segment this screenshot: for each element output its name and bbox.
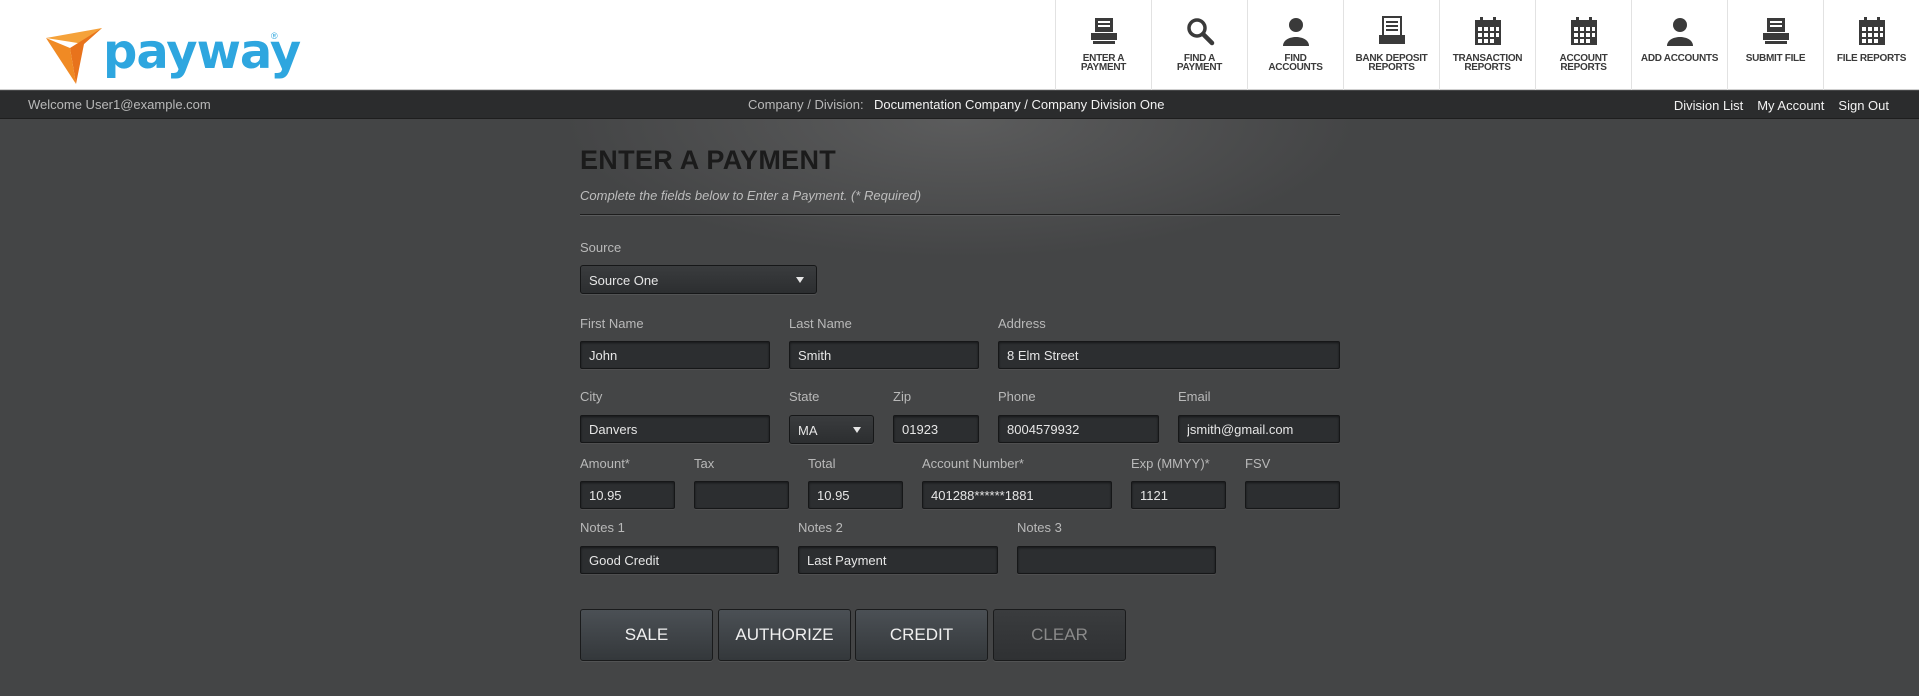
notes1-field[interactable] [580,546,779,574]
source-select[interactable]: Source One [580,265,817,294]
zip-field[interactable] [893,415,979,443]
person-icon [1662,14,1698,48]
calendar-icon [1566,14,1602,48]
top-header: payway ® ENTER A PAYMENT FIND A PAYMENT … [0,0,1919,90]
notes2-label: Notes 2 [798,520,843,535]
nav-label: SUBMIT FILE [1745,53,1806,64]
report-stack-icon [1374,14,1410,48]
nav-file-reports[interactable]: FILE REPORTS [1823,0,1919,90]
account-number-label: Account Number* [922,456,1024,471]
phone-label: Phone [998,389,1036,404]
chevron-down-icon [853,427,861,433]
city-label: City [580,389,603,404]
state-value: MA [798,423,818,438]
email-field[interactable] [1178,415,1340,443]
total-field[interactable] [808,481,903,509]
main-nav: ENTER A PAYMENT FIND A PAYMENT FIND ACCO… [1055,0,1919,90]
amount-label: Amount* [580,456,630,471]
company-division-value: Documentation Company / Company Division… [874,97,1165,112]
payment-form: ENTER A PAYMENT Complete the fields belo… [580,145,1340,215]
notes3-label: Notes 3 [1017,520,1062,535]
payway-logo[interactable]: payway ® [46,22,301,84]
nav-enter-payment[interactable]: ENTER A PAYMENT [1055,0,1151,90]
nav-find-accounts[interactable]: FIND ACCOUNTS [1247,0,1343,90]
exp-label: Exp (MMYY)* [1131,456,1210,471]
nav-transaction-reports[interactable]: TRANSACTION REPORTS [1439,0,1535,90]
person-icon [1278,14,1314,48]
page-subtitle: Complete the fields below to Enter a Pay… [580,188,922,203]
first-name-label: First Name [580,316,644,331]
first-name-field[interactable] [580,341,770,369]
fsv-label: FSV [1245,456,1271,471]
sign-out-link[interactable]: Sign Out [1838,98,1889,113]
nav-label: TRANSACTION REPORTS [1452,53,1523,73]
sale-button[interactable]: SALE [580,609,713,661]
last-name-label: Last Name [789,316,852,331]
clear-button[interactable]: CLEAR [993,609,1126,661]
registered-mark: ® [271,31,278,41]
account-number-field[interactable] [922,481,1112,509]
nav-add-accounts[interactable]: ADD ACCOUNTS [1631,0,1727,90]
printer-icon [1086,14,1122,48]
tax-label: Tax [694,456,715,471]
division-list-link[interactable]: Division List [1674,98,1743,113]
total-label: Total [808,456,836,471]
nav-label: FIND ACCOUNTS [1268,53,1323,73]
phone-field[interactable] [998,415,1159,443]
nav-label: BANK DEPOSIT REPORTS [1355,53,1428,73]
credit-button[interactable]: CREDIT [855,609,988,661]
nav-label: FIND A PAYMENT [1176,53,1223,73]
address-field[interactable] [998,341,1340,369]
nav-bank-deposit-reports[interactable]: BANK DEPOSIT REPORTS [1343,0,1439,90]
session-bar: Welcome User1@example.com Company / Divi… [0,91,1919,119]
nav-account-reports[interactable]: ACCOUNT REPORTS [1535,0,1631,90]
state-label: State [789,389,820,404]
exp-field[interactable] [1131,481,1226,509]
notes3-field[interactable] [1017,546,1216,574]
source-value: Source One [589,273,659,288]
city-field[interactable] [580,415,770,443]
fsv-field[interactable] [1245,481,1340,509]
source-label: Source [580,240,622,255]
zip-label: Zip [893,389,912,404]
authorize-button[interactable]: AUTHORIZE [718,609,851,661]
page-title: ENTER A PAYMENT [580,145,837,175]
state-select[interactable]: MA [789,415,874,444]
nav-label: ACCOUNT REPORTS [1559,53,1608,73]
address-label: Address [998,316,1046,331]
divider [580,214,1340,215]
nav-label: FILE REPORTS [1836,53,1907,64]
magnifier-icon [1182,14,1218,48]
my-account-link[interactable]: My Account [1757,98,1824,113]
notes2-field[interactable] [798,546,998,574]
welcome-text: Welcome User1@example.com [28,97,211,112]
printer-icon [1758,14,1794,48]
calendar-icon [1854,14,1890,48]
nav-label: ENTER A PAYMENT [1080,53,1127,73]
tax-field[interactable] [694,481,789,509]
notes1-label: Notes 1 [580,520,625,535]
nav-find-payment[interactable]: FIND A PAYMENT [1151,0,1247,90]
nav-label: ADD ACCOUNTS [1640,53,1719,64]
amount-field[interactable] [580,481,675,509]
nav-submit-file[interactable]: SUBMIT FILE [1727,0,1823,90]
email-label: Email [1178,389,1211,404]
chevron-down-icon [796,277,804,283]
calendar-icon [1470,14,1506,48]
last-name-field[interactable] [789,341,979,369]
company-division-label: Company / Division: [748,97,864,112]
account-links: Division List My Account Sign Out [1674,98,1889,113]
